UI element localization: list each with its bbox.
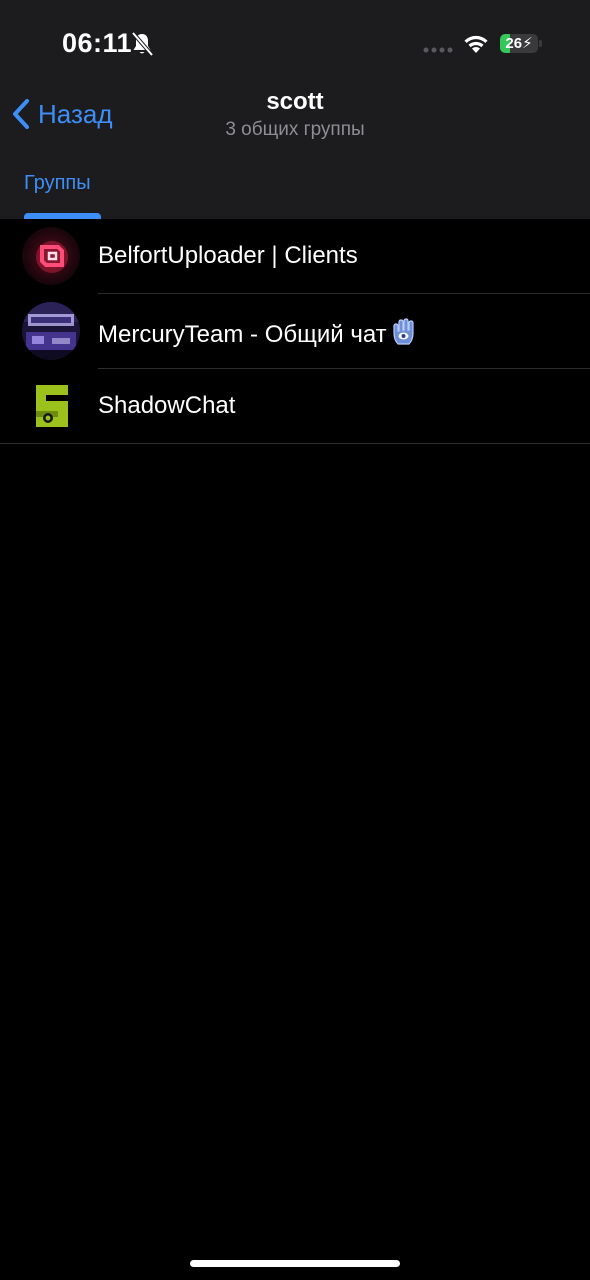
mercury-avatar xyxy=(22,302,80,360)
tab-groups[interactable]: Группы xyxy=(24,172,91,195)
status-bar: 06:11 26⚡ xyxy=(0,0,590,80)
row-divider xyxy=(0,443,590,444)
groups-list: BelfortUploader | Clients MercuryTeam - … xyxy=(0,219,590,444)
list-item[interactable]: ShadowChat xyxy=(0,369,590,444)
screen: 06:11 26⚡ Назад scott 3 общих группы Гру… xyxy=(0,0,590,1280)
list-item[interactable]: MercuryTeam - Общий чат xyxy=(0,294,590,369)
belfort-avatar xyxy=(22,227,80,285)
battery-charging-icon: 26⚡ xyxy=(500,34,538,53)
bell-slash-icon xyxy=(131,31,154,57)
list-item[interactable]: BelfortUploader | Clients xyxy=(0,219,590,294)
battery-level: 26⚡ xyxy=(505,35,533,52)
home-indicator[interactable] xyxy=(190,1260,400,1267)
hamsa-icon xyxy=(393,318,414,345)
group-name: BelfortUploader | Clients xyxy=(98,242,358,269)
clock: 06:11 xyxy=(62,28,133,58)
page-title: scott xyxy=(266,88,324,115)
group-name: MercuryTeam - Общий чат xyxy=(98,317,419,349)
shadowchat-avatar xyxy=(22,377,80,435)
wifi-icon xyxy=(464,35,488,53)
cellular-dots-icon xyxy=(423,47,453,53)
page-subtitle: 3 общих группы xyxy=(225,119,365,140)
group-name: ShadowChat xyxy=(98,392,236,419)
header: 06:11 26⚡ Назад scott 3 общих группы Гру… xyxy=(0,0,590,219)
battery-tip xyxy=(539,40,542,47)
